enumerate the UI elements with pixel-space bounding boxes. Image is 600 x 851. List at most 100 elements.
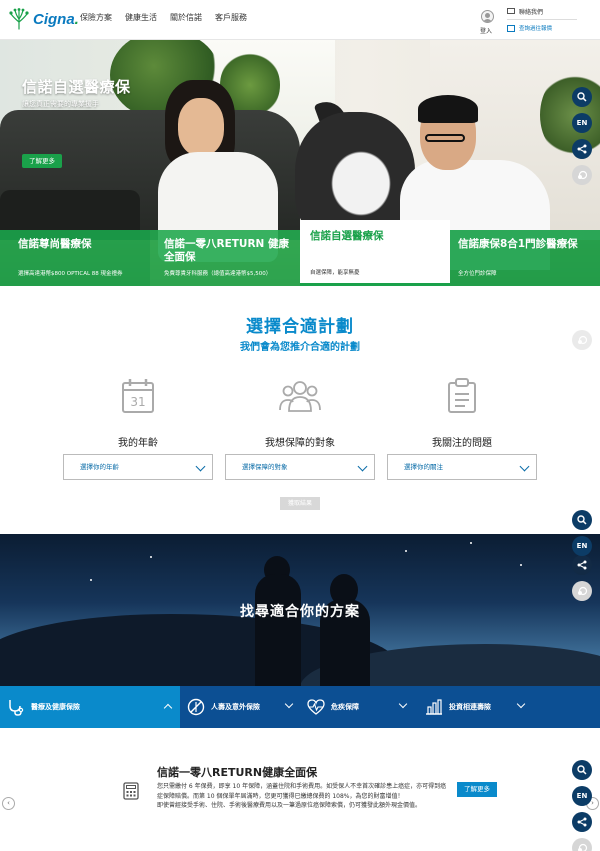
plan-tab-title: 信諾自選醫療保: [310, 230, 384, 242]
plan-tab-select-medical[interactable]: 信諾自選醫療保 自選保障，能享無憂: [300, 220, 450, 286]
plan-tab-subtitle: 全方位門診保障: [458, 271, 497, 277]
quote-history-link[interactable]: 查詢過往報價: [507, 22, 577, 34]
nav-item-service[interactable]: 客戶服務: [215, 12, 247, 23]
search-button[interactable]: [572, 87, 592, 107]
nav-item-about[interactable]: 關於信諾: [170, 12, 202, 23]
plan-tab-subtitle: 免費尊貴牙科服務（總值高達港幣$5,500）: [164, 271, 272, 277]
share-button[interactable]: [572, 555, 592, 575]
language-label: EN: [576, 542, 588, 550]
star: [470, 542, 472, 544]
carousel-prev-button[interactable]: ‹: [2, 797, 15, 810]
hero-text: 信諾自選醫療保 讓您真正需要的專業援手: [22, 76, 131, 109]
floating-tools-night: [572, 555, 592, 607]
search-button[interactable]: [572, 510, 592, 530]
tab-label: 投資相連壽險: [449, 703, 491, 711]
star: [405, 550, 407, 552]
nav-item-health[interactable]: 健康生活: [125, 12, 157, 23]
chat-icon: [577, 586, 587, 596]
age-select-value: 選擇你的年齡: [80, 463, 119, 471]
hero-man-hair: [418, 95, 478, 123]
plan-tabs: 信諾尊尚醫療保 選擇高達港幣$800 OPTICAL 88 現金禮券 信諾一零八…: [0, 220, 600, 286]
contact-panel: 聯絡我們 查詢過往報價: [507, 5, 577, 34]
mail-icon: [507, 8, 515, 14]
share-button[interactable]: [572, 812, 592, 832]
chat-button[interactable]: [572, 838, 592, 851]
share-icon: [577, 560, 587, 570]
finder-concern-column: 我關注的問題: [387, 378, 537, 449]
chat-icon: [577, 843, 587, 851]
main-nav: 保險方案 健康生活 關於信諾 客戶服務: [80, 12, 247, 23]
search-icon: [577, 765, 587, 775]
star: [520, 564, 522, 566]
language-button[interactable]: EN: [572, 113, 592, 133]
search-icon: [577, 515, 587, 525]
plan-tab-subtitle: 自選保障，能享無憂: [310, 270, 360, 276]
category-tabs: 醫療及健康保險 人壽及意外保險 危疾保障 投資相連壽險: [0, 686, 600, 728]
finder-age-column: 31 我的年齡: [63, 378, 213, 449]
login-button[interactable]: 登入: [478, 10, 496, 35]
star: [90, 579, 92, 581]
chevron-down-icon: [516, 699, 526, 709]
finder-title: 選擇合適計劃: [246, 317, 354, 337]
product-description-para: 即使曾經接受手術、住院、手術後醫療費用以及一筆過原位癌保障索償，仍可獲發此額外現…: [157, 802, 422, 809]
tab-medical-health[interactable]: 醫療及健康保險: [0, 686, 180, 728]
silhouette-man: [255, 574, 301, 686]
bar-chart-icon: [426, 699, 442, 715]
product-learn-more-button[interactable]: 了解更多: [457, 782, 497, 797]
tab-label: 人壽及意外保險: [211, 703, 260, 711]
search-button[interactable]: [572, 760, 592, 780]
tree-logo-icon: [9, 8, 29, 30]
chat-button[interactable]: [572, 581, 592, 601]
hero-learn-more-button[interactable]: 了解更多: [22, 154, 62, 168]
plan-category-banner: 找尋適合你的方案: [0, 534, 600, 686]
chat-button[interactable]: [572, 165, 592, 185]
calculator-icon: [123, 782, 139, 800]
floating-tools-top: EN: [572, 87, 592, 191]
plan-tab-8in1-outpatient[interactable]: 信諾康保8合1門診醫療保 全方位門診保障: [450, 230, 600, 286]
language-button[interactable]: EN: [572, 536, 592, 556]
contact-link[interactable]: 聯絡我們: [507, 5, 577, 17]
finder-target-column: 我想保障的對象: [225, 378, 375, 449]
star: [150, 556, 152, 558]
product-description: 您只需繳付 6 年保費，即享 10 年保障，涵蓋住院和手術費用。如受保人不幸首次…: [157, 782, 447, 811]
floating-tools-bottom: EN: [572, 760, 592, 851]
target-select[interactable]: 選擇保障的對象: [225, 454, 375, 480]
contact-label: 聯絡我們: [519, 8, 544, 16]
plan-tab-premier-medical[interactable]: 信諾尊尚醫療保 選擇高達港幣$800 OPTICAL 88 現金禮券: [0, 230, 150, 286]
calendar-icon: 31: [122, 379, 154, 413]
chevron-down-icon: [519, 461, 530, 472]
tab-investment-linked[interactable]: 投資相連壽險: [418, 686, 538, 728]
chevron-down-icon: [357, 461, 368, 472]
hero-man-glasses: [425, 134, 465, 142]
language-label: EN: [576, 119, 588, 127]
user-icon: [480, 10, 494, 23]
chevron-up-icon: [163, 703, 173, 713]
hero-title: 信諾自選醫療保: [22, 78, 131, 96]
language-button[interactable]: EN: [572, 786, 592, 806]
chevron-down-icon: [398, 699, 408, 709]
share-button[interactable]: [572, 139, 592, 159]
plan-category-title: 找尋適合你的方案: [240, 604, 360, 620]
target-label: 我想保障的對象: [265, 438, 335, 449]
hero-subtitle: 讓您真正需要的專業援手: [22, 100, 99, 108]
age-select[interactable]: 選擇你的年齡: [63, 454, 213, 480]
concern-select[interactable]: 選擇你的關注: [387, 454, 537, 480]
tab-label: 危疾保障: [331, 703, 359, 711]
get-result-button[interactable]: 獲取結果: [280, 497, 320, 510]
tab-critical-illness[interactable]: 危疾保障: [300, 686, 418, 728]
cigna-logo[interactable]: Cigna.: [8, 8, 79, 30]
quote-history-label: 查詢過往報價: [519, 26, 553, 32]
language-label: EN: [576, 792, 588, 800]
plan-tab-subtitle: 選擇高達港幣$800 OPTICAL 88 現金禮券: [18, 271, 123, 277]
chat-icon: [577, 170, 587, 180]
tab-life-accident[interactable]: 人壽及意外保險: [180, 686, 300, 728]
target-select-value: 選擇保障的對象: [242, 463, 288, 471]
plan-tab-108-return[interactable]: 信諾一零八RETURN 健康全面保 免費尊貴牙科服務（總值高達港幣$5,500）: [150, 230, 300, 286]
chevron-down-icon: [195, 461, 206, 472]
search-icon: [577, 92, 587, 102]
age-label: 我的年齡: [118, 438, 158, 449]
hero-woman-face: [178, 98, 224, 156]
login-label: 登入: [479, 28, 492, 35]
nav-item-plans[interactable]: 保險方案: [80, 12, 112, 23]
concern-select-value: 選擇你的關注: [404, 463, 443, 471]
